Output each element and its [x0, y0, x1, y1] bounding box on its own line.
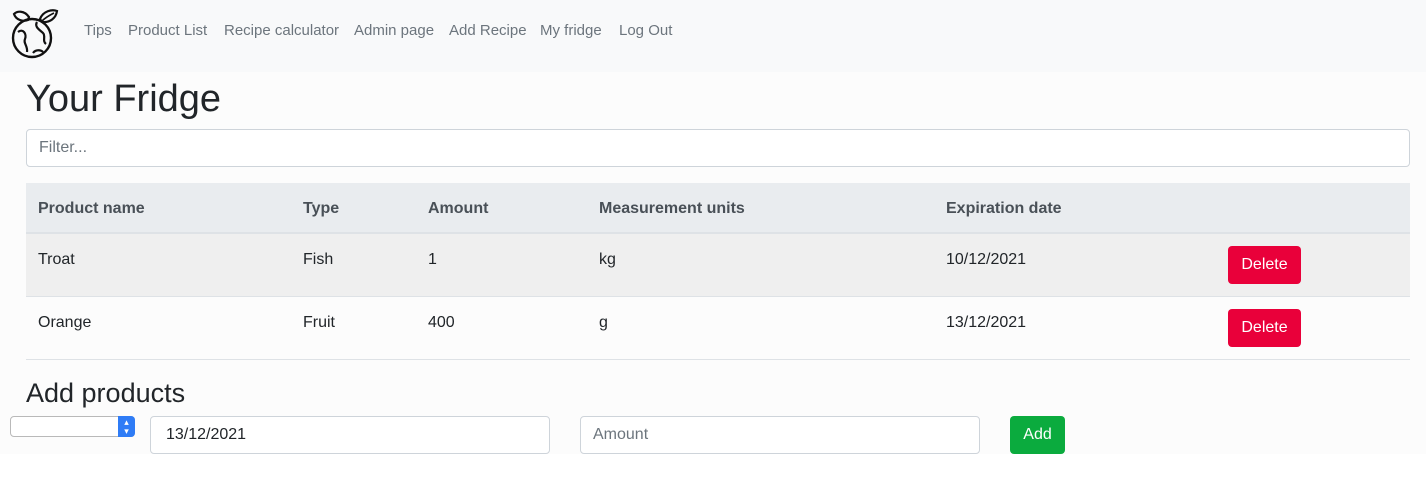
nav-link-recipe-calculator[interactable]: Recipe calculator	[224, 22, 339, 39]
add-button[interactable]: Add	[1010, 416, 1065, 454]
table-row: Orange Fruit 400 g 13/12/2021 Delete	[26, 297, 1410, 360]
cell-expiration-date: 13/12/2021	[946, 314, 1027, 331]
amount-input[interactable]	[580, 416, 980, 454]
nav-link-admin-page[interactable]: Admin page	[354, 22, 434, 39]
table-header: Product name Type Amount Measurement uni…	[26, 183, 1410, 234]
expiration-date-input[interactable]	[150, 416, 550, 454]
add-products-title: Add products	[26, 378, 186, 408]
fridge-table: Product name Type Amount Measurement uni…	[26, 183, 1410, 360]
page-title: Your Fridge	[26, 78, 222, 120]
cell-units: g	[599, 314, 608, 331]
header-measurement-units: Measurement units	[599, 200, 745, 217]
cell-expiration-date: 10/12/2021	[946, 251, 1027, 268]
header-product-name: Product name	[38, 200, 145, 217]
header-type: Type	[303, 200, 340, 217]
header-amount: Amount	[428, 200, 489, 217]
chevron-updown-icon: ▴ ▾	[118, 416, 135, 437]
product-select[interactable]: ▴ ▾	[10, 416, 135, 437]
cell-units: kg	[599, 251, 616, 268]
cell-amount: 400	[428, 314, 455, 331]
globe-leaf-icon[interactable]	[10, 8, 60, 60]
delete-button[interactable]: Delete	[1228, 309, 1301, 347]
cell-type: Fish	[303, 251, 334, 268]
nav-link-log-out[interactable]: Log Out	[619, 22, 672, 39]
nav-link-add-recipe[interactable]: Add Recipe	[449, 22, 527, 39]
cell-type: Fruit	[303, 314, 335, 331]
cell-product-name: Troat	[38, 251, 75, 268]
nav-link-tips[interactable]: Tips	[84, 22, 112, 39]
nav-link-my-fridge[interactable]: My fridge	[540, 22, 602, 39]
nav-link-product-list[interactable]: Product List	[128, 22, 207, 39]
cell-amount: 1	[428, 251, 437, 268]
navbar: Tips Product List Recipe calculator Admi…	[0, 0, 1426, 72]
cell-product-name: Orange	[38, 314, 92, 331]
table-row: Troat Fish 1 kg 10/12/2021 Delete	[26, 234, 1410, 297]
delete-button[interactable]: Delete	[1228, 246, 1301, 284]
filter-input[interactable]	[26, 129, 1410, 167]
header-expiration-date: Expiration date	[946, 200, 1062, 217]
